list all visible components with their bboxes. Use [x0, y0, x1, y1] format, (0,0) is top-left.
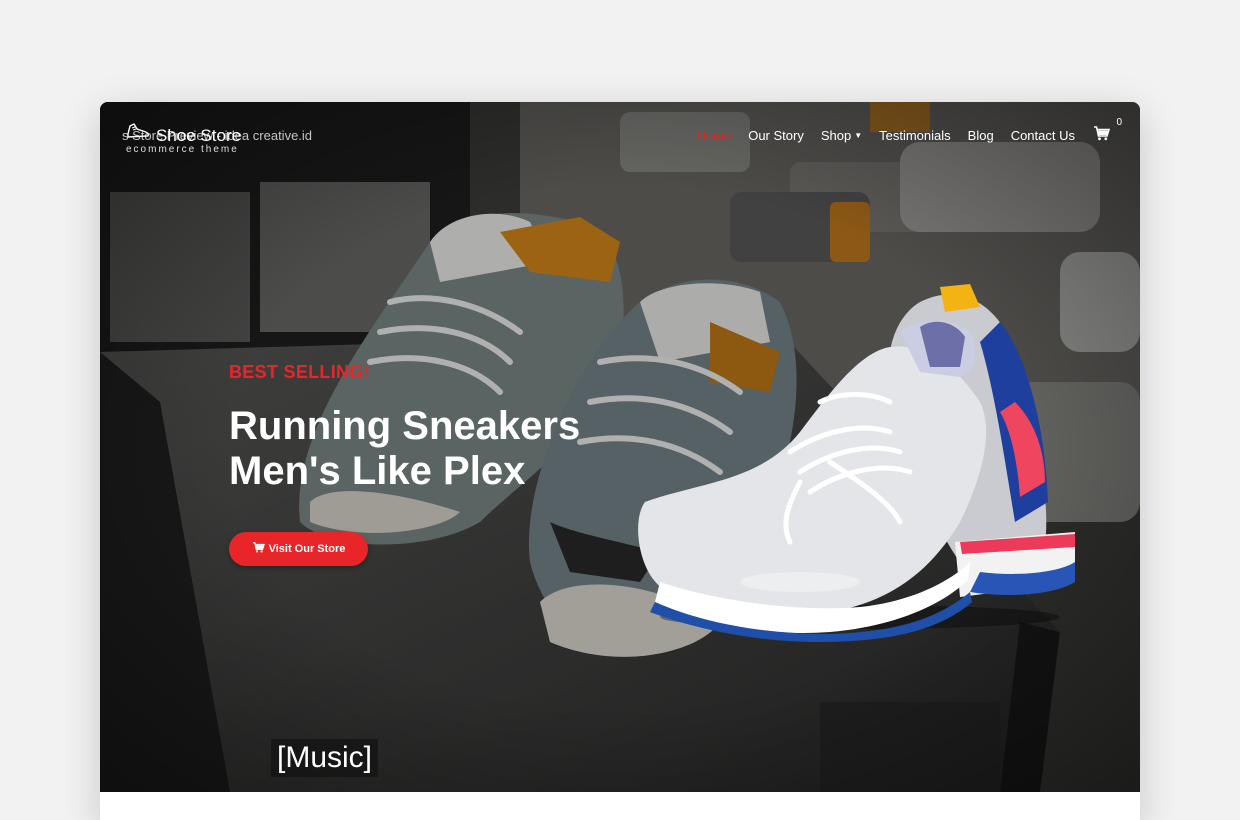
hero-headline: Running Sneakers Men's Like Plex: [229, 404, 649, 494]
cart-count-badge: 0: [1116, 117, 1122, 128]
browser-frame: s Store Preview - idea creative.id Shoe …: [100, 102, 1140, 820]
hero-headline-line-1: Running Sneakers: [229, 404, 581, 448]
nav-item-contact-us[interactable]: Contact Us: [1011, 128, 1075, 143]
logo-subtitle: ecommerce theme: [126, 144, 239, 155]
nav-item-blog[interactable]: Blog: [968, 128, 994, 143]
nav-item-our-story[interactable]: Our Story: [748, 128, 804, 143]
hero-section: s Store Preview - idea creative.id Shoe …: [100, 102, 1140, 792]
hero-headline-line-2: Men's Like Plex: [229, 449, 526, 493]
nav-item-home[interactable]: Home: [697, 128, 732, 143]
logo-title: Shoe Store: [156, 126, 242, 145]
nav-item-shop[interactable]: Shop ▼: [821, 128, 862, 143]
video-caption: [Music]: [271, 739, 379, 777]
nav-item-shop-label: Shop: [820, 127, 852, 143]
shoe-icon: [126, 120, 150, 145]
caret-down-icon: ▼: [854, 130, 863, 140]
cart-button[interactable]: 0: [1093, 117, 1122, 144]
hero-kicker: BEST SELLING!: [229, 362, 370, 382]
cart-icon: [252, 542, 269, 556]
nav-item-testimonials[interactable]: Testimonials: [879, 128, 951, 143]
content-section-start: [100, 792, 1140, 820]
main-navigation: Home Our Story Shop ▼ Testimonials Blog …: [680, 117, 1122, 144]
visit-store-button-label: Visit Our Store: [268, 543, 346, 555]
visit-store-button[interactable]: Visit Our Store: [229, 532, 368, 566]
cart-icon: [1093, 126, 1111, 144]
